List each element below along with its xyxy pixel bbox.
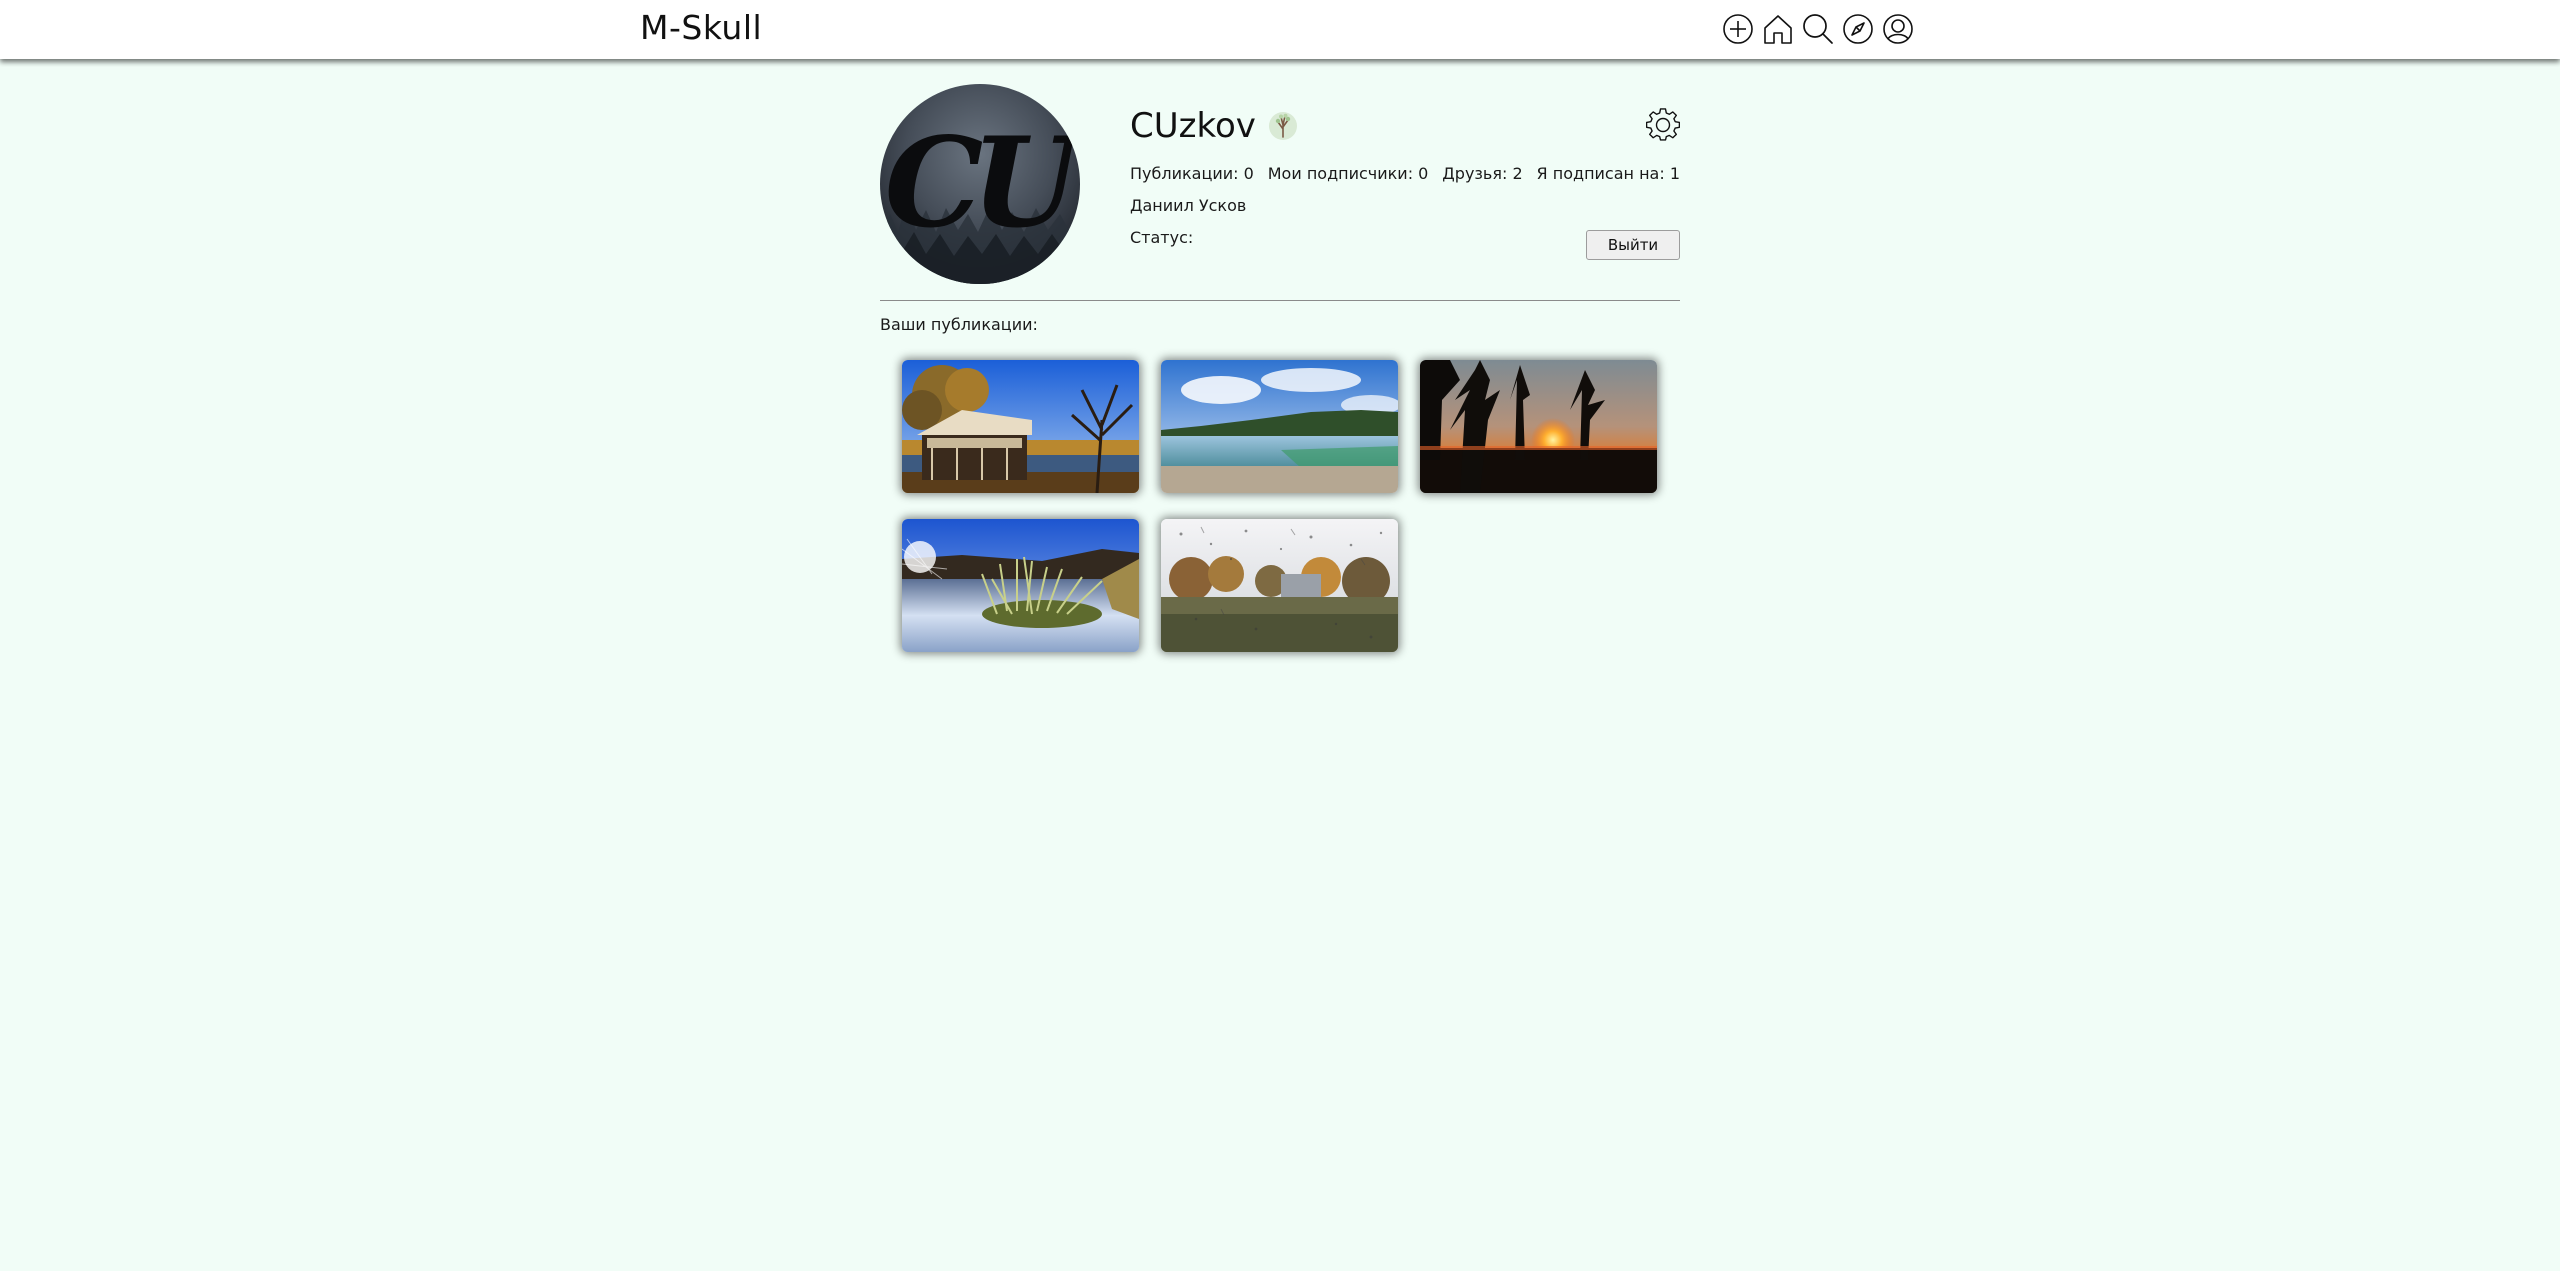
profile-stats: Публикации: 0 Мои подписчики: 0 Друзья: … — [1130, 164, 1680, 183]
status-label: Статус: — [1130, 228, 1194, 247]
home-icon — [1764, 15, 1792, 44]
sunset-photo — [1420, 360, 1657, 493]
section-divider — [880, 300, 1680, 301]
tree-icon — [1268, 111, 1298, 141]
user-circle-icon — [1883, 14, 1913, 44]
explore-button[interactable] — [1842, 12, 1874, 46]
friends-count[interactable]: Друзья: 2 — [1442, 164, 1522, 183]
settings-button[interactable] — [1645, 108, 1681, 142]
search-icon — [1803, 14, 1833, 44]
username: CUzkov — [1130, 106, 1256, 146]
compass-icon — [1843, 14, 1873, 44]
publication-thumbnail[interactable] — [1420, 360, 1657, 493]
avatar[interactable]: CU — [880, 84, 1080, 284]
rainy-window-photo — [1161, 519, 1398, 652]
full-name: Даниил Усков — [1130, 196, 1247, 215]
gear-icon — [1645, 108, 1681, 141]
publications-grid — [902, 360, 1658, 652]
app-logo[interactable]: M-Skull — [640, 8, 762, 47]
followers-count[interactable]: Мои подписчики: 0 — [1268, 164, 1429, 183]
following-count[interactable]: Я подписан на: 1 — [1537, 164, 1680, 183]
gazebo-photo — [902, 360, 1139, 493]
publications-title: Ваши публикации: — [880, 315, 1038, 334]
publications-count[interactable]: Публикации: 0 — [1130, 164, 1254, 183]
publication-thumbnail[interactable] — [1161, 519, 1398, 652]
lake-photo — [1161, 360, 1398, 493]
search-button[interactable] — [1802, 12, 1834, 46]
publication-thumbnail[interactable] — [1161, 360, 1398, 493]
nav-icons — [1722, 12, 1914, 46]
logout-button[interactable]: Выйти — [1586, 230, 1680, 260]
profile-button[interactable] — [1882, 12, 1914, 46]
plus-circle-icon — [1723, 14, 1753, 44]
create-post-button[interactable] — [1722, 12, 1754, 46]
home-button[interactable] — [1762, 12, 1794, 46]
top-navigation-bar: M-Skull — [0, 0, 2560, 59]
avatar-monogram: CU — [884, 111, 1080, 256]
grass-in-lake-photo — [902, 519, 1139, 652]
publication-thumbnail[interactable] — [902, 519, 1139, 652]
username-row: CUzkov — [1130, 106, 1298, 146]
publication-thumbnail[interactable] — [902, 360, 1139, 493]
